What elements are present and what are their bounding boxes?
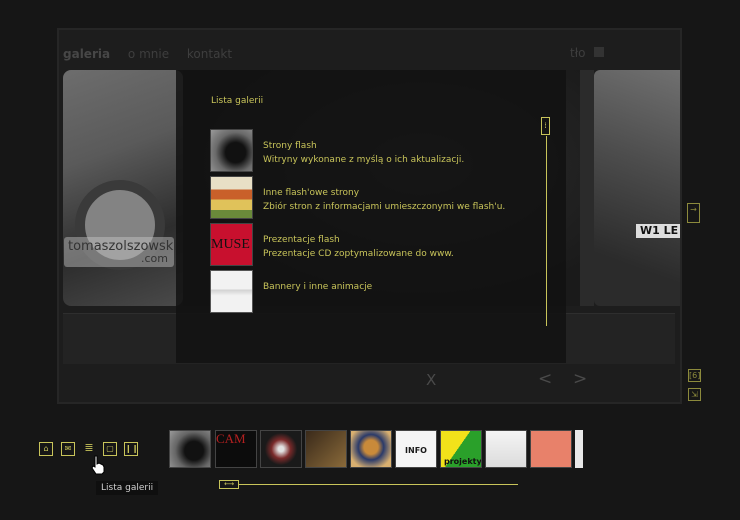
gallery-photo-next[interactable]	[594, 70, 680, 306]
gallery-item-desc: Witryny wykonane z myślą o ich aktualiza…	[263, 155, 465, 165]
license-plate: W1 LE	[636, 224, 680, 238]
mail-icon[interactable]: ✉	[61, 442, 75, 456]
background-swatch-icon[interactable]	[594, 47, 604, 57]
background-toggle-label[interactable]: tło	[570, 46, 585, 60]
main-nav: galeria o mnie kontakt	[63, 47, 246, 61]
thumb-strip-scrollbar-thumb[interactable]: ⟷	[219, 480, 239, 489]
strip-thumb[interactable]: projekty	[440, 430, 482, 468]
strip-thumb[interactable]	[350, 430, 392, 468]
gallery-thumb-banners	[210, 270, 253, 313]
thumb-strip-scrollbar-track[interactable]	[221, 484, 518, 485]
strip-thumb[interactable]	[530, 430, 572, 468]
strip-thumb[interactable]	[575, 430, 583, 468]
strip-thumb[interactable]	[260, 430, 302, 468]
pause-icon[interactable]: ❙❙	[124, 442, 138, 456]
gallery-list-icon[interactable]: ≣	[82, 442, 96, 456]
gallery-list-item[interactable]: Bannery i inne animacje	[210, 270, 510, 314]
gallery-list-item[interactable]: MUSE Prezentacje flash Prezentacje CD zo…	[210, 223, 510, 267]
fullscreen-icon[interactable]: [6]	[688, 369, 701, 382]
gallery-thumb-car	[210, 129, 253, 172]
gallery-item-desc: Prezentacje CD zoptymalizowane do www.	[263, 249, 454, 259]
gallery-list-item[interactable]: Strony flash Witryny wykonane z myślą o …	[210, 129, 510, 173]
window-icon[interactable]: ▢	[103, 442, 117, 456]
strip-thumb[interactable]	[485, 430, 527, 468]
next-photo-arrow-icon[interactable]: →	[687, 203, 700, 223]
gallery-list-item[interactable]: Inne flash'owe strony Zbiór stron z info…	[210, 176, 510, 220]
overlay-scrollbar-track[interactable]	[546, 136, 547, 326]
watermark-logo: tomaszolszowski .com	[64, 237, 177, 267]
external-link-icon[interactable]: ⇲	[688, 388, 701, 401]
photo-divider	[580, 70, 594, 306]
hand-cursor-icon	[91, 455, 105, 475]
nav-galeria[interactable]: galeria	[63, 47, 110, 61]
overlay-scrollbar-thumb[interactable]: ⁞	[541, 117, 550, 135]
strip-thumb[interactable]	[169, 430, 211, 468]
close-button[interactable]: X	[426, 371, 436, 389]
nav-o-mnie[interactable]: o mnie	[128, 47, 169, 61]
strip-thumb[interactable]: INFO	[395, 430, 437, 468]
gallery-item-desc: Zbiór stron z informacjami umieszczonymi…	[263, 202, 506, 212]
nav-kontakt[interactable]: kontakt	[187, 47, 232, 61]
gallery-item-title: Inne flash'owe strony	[263, 188, 360, 198]
gallery-item-title: Bannery i inne animacje	[263, 282, 373, 292]
gallery-thumb-house	[210, 176, 253, 219]
gallery-thumb-muse: MUSE	[210, 223, 253, 266]
gallery-item-title: Strony flash	[263, 141, 317, 151]
strip-thumb[interactable]: CAM	[215, 430, 257, 468]
next-arrow-icon[interactable]: >	[573, 369, 587, 389]
overlay-title: Lista galerii	[211, 96, 264, 106]
home-icon[interactable]: ⌂	[39, 442, 53, 456]
strip-thumb[interactable]	[305, 430, 347, 468]
prev-arrow-icon[interactable]: <	[538, 369, 552, 389]
gallery-item-title: Prezentacje flash	[263, 235, 340, 245]
tooltip: Lista galerii	[96, 481, 159, 495]
